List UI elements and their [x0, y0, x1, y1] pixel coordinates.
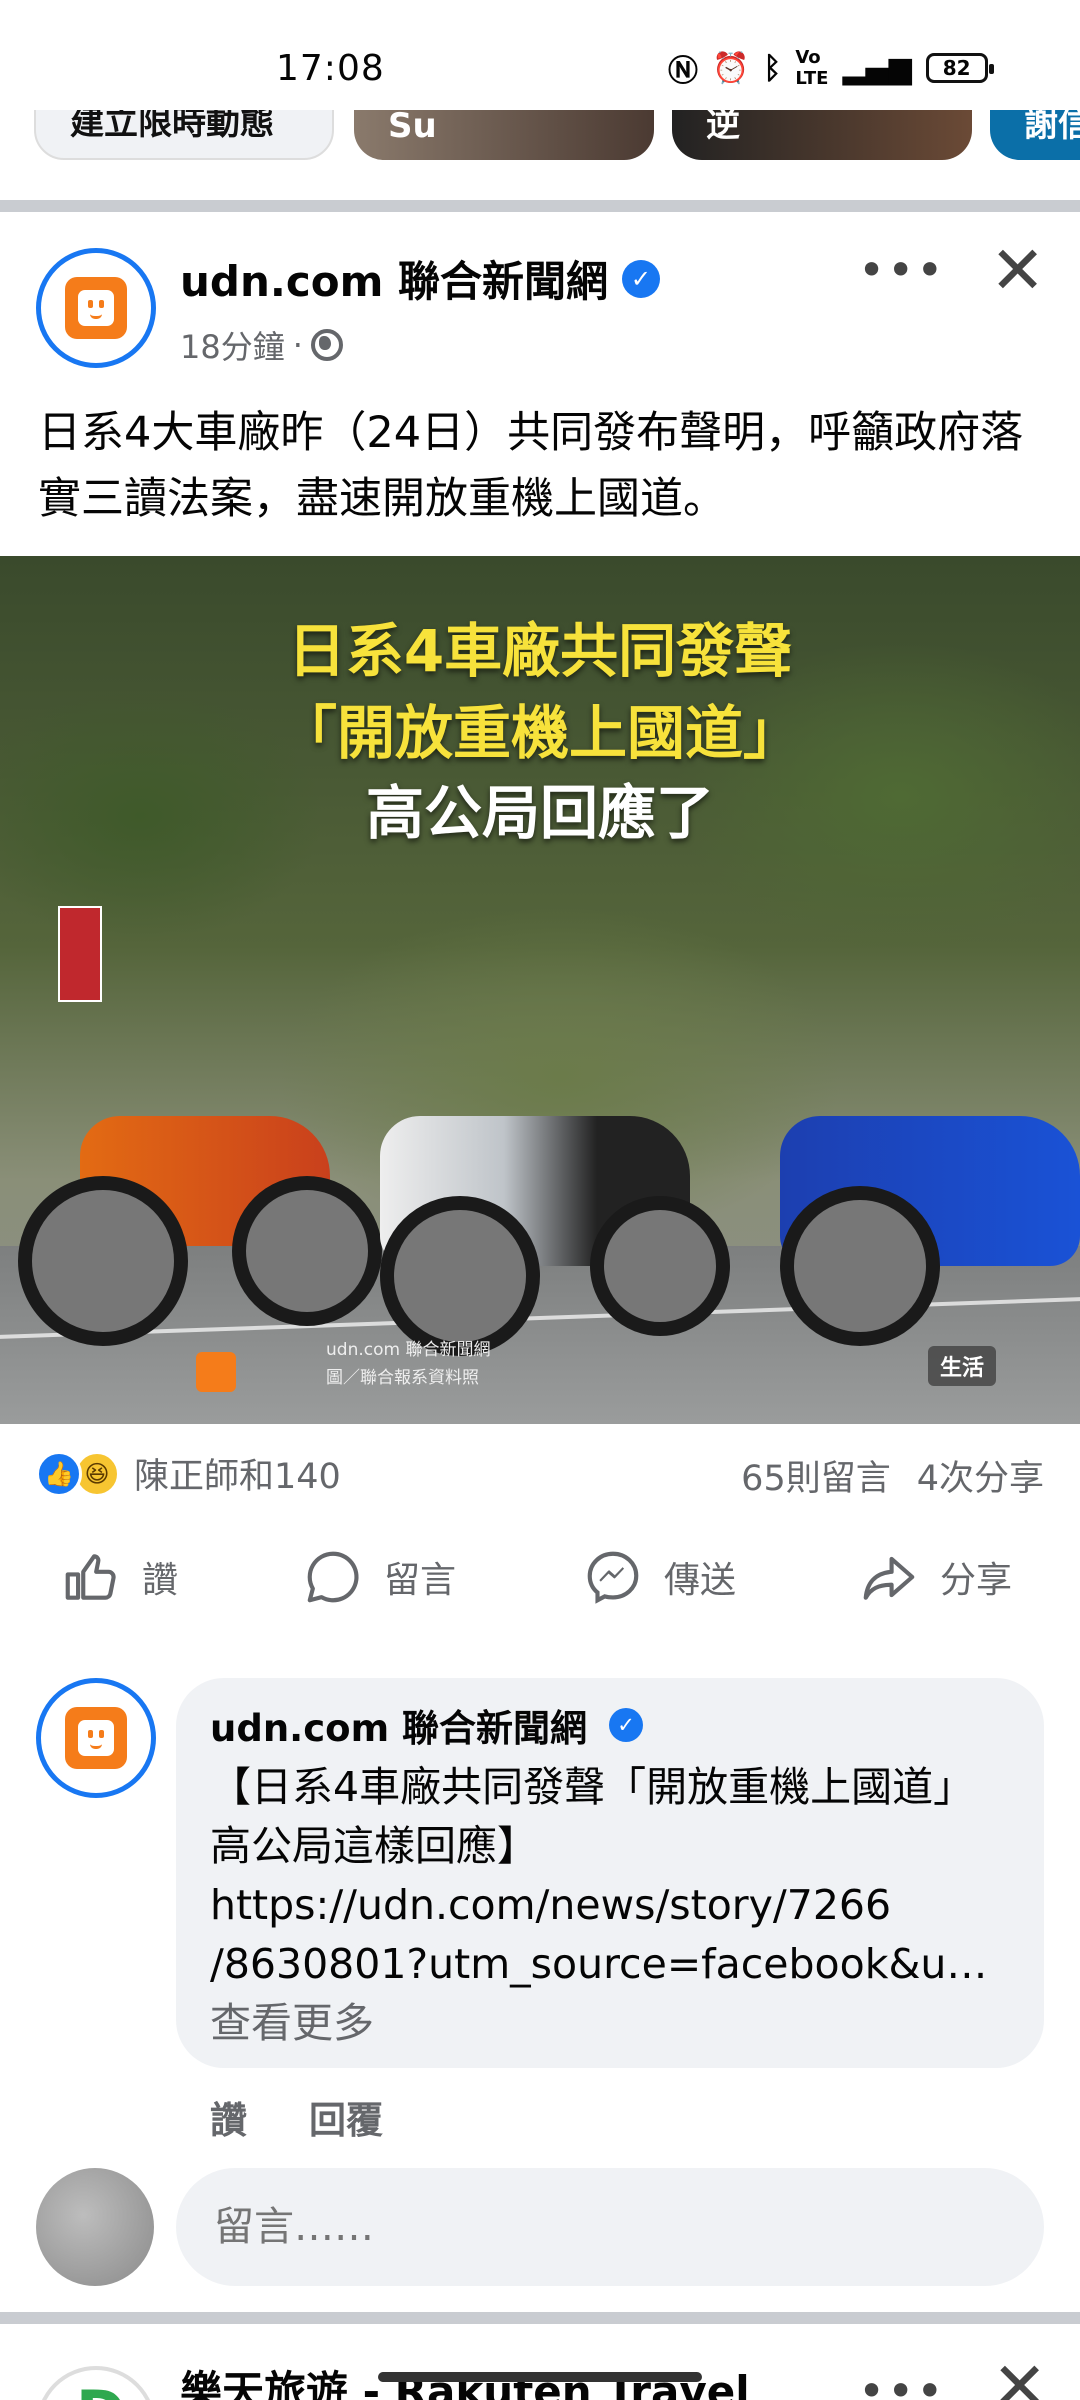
- motorcycle-wheel: [380, 1196, 540, 1356]
- watermark-line-2: 圖／聯合報系資料照: [326, 1368, 479, 1388]
- parking-sign: [58, 906, 102, 1002]
- stories-strip: 建立限時動態 Su 逆 謝信: [0, 110, 1080, 168]
- more-options-icon[interactable]: •••: [858, 2364, 945, 2400]
- image-headline-3: 高公局回應了: [365, 779, 714, 847]
- close-icon[interactable]: ✕: [990, 238, 1045, 304]
- like-label: 讚: [142, 1560, 179, 1601]
- engagement-counts: 65則留言 4次分享: [741, 1450, 1044, 1501]
- udn-logo-icon: [65, 1707, 127, 1769]
- comment-author[interactable]: udn.com 聯合新聞網 ✓: [210, 1698, 1010, 1752]
- verified-badge-icon: ✓: [621, 259, 660, 298]
- story-card[interactable]: Su: [354, 110, 654, 160]
- battery-icon: 82: [925, 53, 994, 83]
- battery-level: 82: [942, 56, 971, 80]
- comment-bubble: udn.com 聯合新聞網 ✓ 【日系4車廠共同發聲「開放重機上國道」 高公局這…: [176, 1678, 1044, 2068]
- comment-input[interactable]: [176, 2168, 1044, 2286]
- globe-icon: [310, 329, 343, 361]
- post-action-bar: 讚 留言 傳送 分享: [0, 1546, 1080, 1632]
- feed-divider: [0, 2312, 1080, 2324]
- reactions-summary[interactable]: 👍 😆 陳正師和140: [36, 1448, 341, 1499]
- comment-label: 留言: [384, 1560, 457, 1601]
- image-watermark: udn.com 聯合新聞網 圖／聯合報系資料照: [326, 1336, 490, 1392]
- rakuten-logo-icon: D: [76, 2378, 126, 2400]
- status-icons: Ⓝ ⏰ ᛒ Vo LTE ▂▄▆ 82: [668, 46, 994, 90]
- status-time: 17:08: [276, 48, 385, 89]
- story-card[interactable]: 謝信: [990, 110, 1080, 160]
- share-button[interactable]: 分享: [858, 1546, 1012, 1608]
- create-story-button[interactable]: 建立限時動態: [34, 110, 334, 160]
- comment-reply-button[interactable]: 回覆: [309, 2090, 383, 2144]
- motorcycle-wheel: [18, 1176, 188, 1346]
- watermark-line-1: udn.com 聯合新聞網: [326, 1340, 491, 1360]
- motorcycle-wheel: [232, 1176, 382, 1326]
- feed-divider: [0, 200, 1080, 212]
- story-card[interactable]: 逆: [672, 110, 972, 160]
- 4g-signal-icon: ▂▄▆: [842, 50, 912, 86]
- comment-like-button[interactable]: 讚: [210, 2090, 247, 2144]
- close-icon[interactable]: ✕: [992, 2348, 1047, 2400]
- comment-author-name[interactable]: udn.com 聯合新聞網: [210, 1698, 587, 1752]
- page-avatar[interactable]: [36, 248, 156, 368]
- status-bar: 17:08 Ⓝ ⏰ ᛒ Vo LTE ▂▄▆ 82: [0, 0, 1080, 110]
- bluetooth-icon: ᛒ: [763, 50, 782, 86]
- nfc-icon: Ⓝ: [668, 54, 698, 89]
- page-name-text[interactable]: udn.com 聯合新聞網: [180, 248, 608, 309]
- comment-actions: 讚 回覆: [210, 2090, 383, 2144]
- next-post-avatar[interactable]: D: [36, 2366, 156, 2400]
- volte-icon: Vo LTE: [795, 47, 829, 89]
- like-button[interactable]: 讚: [60, 1546, 178, 1608]
- comments-count[interactable]: 65則留言: [741, 1450, 891, 1501]
- see-more-link[interactable]: 查看更多: [210, 1994, 1010, 2053]
- share-arrow-icon: [863, 1556, 915, 1600]
- post-text: 日系4大車廠昨（24日）共同發布聲明，呼籲政府落實三讀法案，盡速開放重機上國道。: [38, 408, 1024, 524]
- more-options-icon[interactable]: •••: [858, 247, 945, 293]
- meta-separator: ·: [292, 326, 303, 364]
- udn-logo-icon: [65, 277, 127, 339]
- image-headline-2: 「開放重機上國道」: [278, 699, 801, 767]
- comment-link-line-1[interactable]: https://udn.com/news/story/7266: [210, 1876, 1010, 1935]
- verified-badge-icon: ✓: [609, 1708, 644, 1742]
- send-label: 傳送: [664, 1560, 737, 1601]
- reactions-label[interactable]: 陳正師和140: [134, 1448, 341, 1499]
- alarm-icon: ⏰: [712, 50, 750, 86]
- page-name[interactable]: udn.com 聯合新聞網 ✓: [180, 248, 660, 309]
- category-tag: 生活: [928, 1346, 997, 1386]
- commenter-avatar[interactable]: [36, 1678, 156, 1798]
- post-meta: 18分鐘 ·: [180, 322, 343, 368]
- send-button[interactable]: 傳送: [582, 1546, 736, 1608]
- home-indicator[interactable]: [378, 2372, 702, 2382]
- motorcycle-wheel: [780, 1186, 940, 1346]
- user-avatar[interactable]: [36, 2168, 154, 2286]
- like-reaction-icon: 👍: [36, 1450, 82, 1497]
- post-image[interactable]: 日系4車廠共同發聲 「開放重機上國道」 高公局回應了 udn.com 聯合新聞網…: [0, 556, 1080, 1424]
- messenger-icon: [587, 1551, 639, 1604]
- share-label: 分享: [940, 1560, 1013, 1601]
- post-time[interactable]: 18分鐘: [180, 322, 285, 368]
- comment-button[interactable]: 留言: [302, 1546, 456, 1608]
- shares-count[interactable]: 4次分享: [917, 1450, 1044, 1501]
- comment-bubble-icon: [307, 1551, 359, 1603]
- udn-watermark-logo-icon: [196, 1352, 236, 1392]
- comment-link-line-2[interactable]: /8630801?utm_source=facebook&u…: [210, 1935, 1010, 1994]
- comment-body: 【日系4車廠共同發聲「開放重機上國道」 高公局這樣回應】: [210, 1763, 975, 1870]
- motorcycle-wheel: [590, 1196, 730, 1336]
- thumbs-up-icon: [65, 1554, 116, 1600]
- image-headline-1: 日系4車廠共同發聲: [287, 617, 793, 685]
